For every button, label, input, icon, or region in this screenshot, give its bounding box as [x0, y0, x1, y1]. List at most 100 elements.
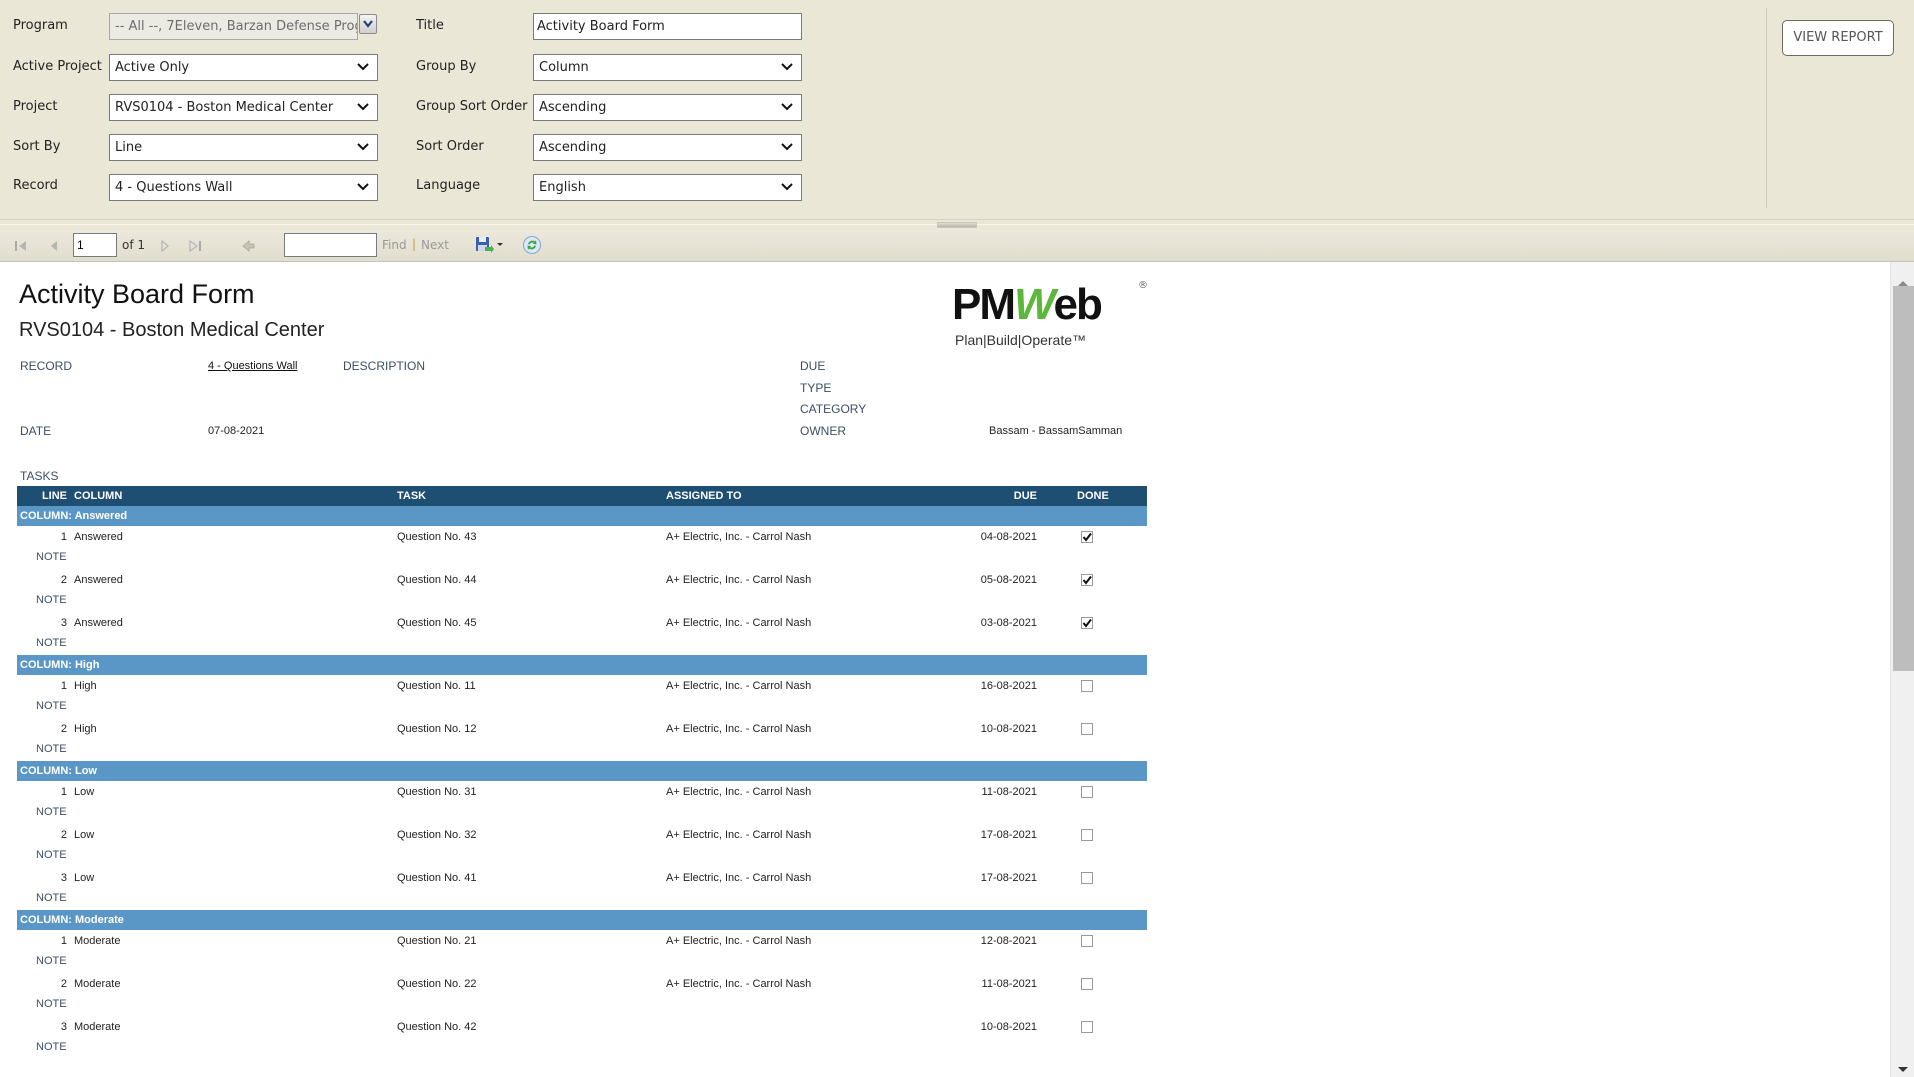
find-next-link[interactable]: Next — [421, 238, 449, 252]
back-to-parent-icon[interactable] — [240, 238, 256, 254]
view-report-button[interactable]: VIEW REPORT — [1782, 20, 1894, 56]
cell-assigned-to: A+ Electric, Inc. - Carrol Nash — [666, 935, 812, 947]
note-label: NOTE — [36, 551, 67, 563]
scroll-down-arrow-icon[interactable] — [1897, 1059, 1909, 1072]
cell-line: 3 — [60, 1021, 67, 1033]
note-label: NOTE — [36, 892, 67, 904]
previous-page-icon[interactable] — [46, 238, 62, 254]
table-row: 1 Moderate Question No. 21 A+ Electric, Inc… — [17, 930, 1147, 951]
cell-due: 03-08-2021 — [980, 617, 1037, 629]
note-label: NOTE — [36, 637, 67, 649]
active-project-select[interactable]: Active Only — [109, 54, 378, 81]
cell-line: 1 — [60, 531, 67, 543]
group-by-select[interactable]: Column — [533, 54, 802, 81]
cell-due: 05-08-2021 — [980, 574, 1037, 586]
cell-assigned-to: A+ Electric, Inc. - Carrol Nash — [666, 978, 812, 990]
project-value: RVS0104 - Boston Medical Center — [115, 100, 334, 115]
note-label: NOTE — [36, 998, 67, 1010]
note-row: NOTE — [17, 845, 1147, 867]
page-number-input[interactable] — [73, 233, 117, 257]
sort-order-select[interactable]: Ascending — [533, 134, 802, 161]
sort-by-select[interactable]: Line — [109, 134, 378, 161]
chevron-down-icon — [357, 62, 369, 74]
note-row: NOTE — [17, 633, 1147, 655]
sort-by-label: Sort By — [13, 139, 61, 154]
group-label: COLUMN: High — [20, 659, 100, 671]
note-label: NOTE — [36, 700, 67, 712]
table-body: COLUMN: Answered 1 Answered Question No. 43… — [17, 506, 1147, 1059]
group-by-value: Column — [539, 60, 589, 75]
project-select[interactable]: RVS0104 - Boston Medical Center — [109, 94, 378, 121]
cell-task: Question No. 42 — [397, 1021, 477, 1033]
group-band: COLUMN: Answered — [17, 506, 1147, 526]
scroll-up-arrow-icon[interactable] — [1897, 272, 1909, 286]
chevron-down-icon — [357, 142, 369, 154]
cell-assigned-to: A+ Electric, Inc. - Carrol Nash — [666, 574, 812, 586]
cell-due: 04-08-2021 — [980, 531, 1037, 543]
cell-assigned-to: A+ Electric, Inc. - Carrol Nash — [666, 872, 812, 884]
record-value: 4 - Questions Wall — [115, 180, 233, 195]
report-viewport: Activity Board Form RVS0104 - Boston Med… — [0, 262, 1890, 1077]
cell-column: Low — [74, 829, 95, 841]
note-label: NOTE — [36, 743, 67, 755]
title-value: Activity Board Form — [537, 19, 665, 34]
cell-due: 17-08-2021 — [980, 829, 1037, 841]
cell-line: 3 — [60, 872, 67, 884]
date-value: 07-08-2021 — [208, 425, 265, 437]
vertical-scrollbar[interactable] — [1890, 262, 1914, 1077]
category-field-label: CATEGORY — [800, 402, 867, 416]
group-sort-order-label: Group Sort Order — [416, 99, 528, 114]
pmweb-logo: PMWeb ® Plan|Build|Operate™ — [952, 280, 1148, 352]
cell-column: Answered — [74, 617, 123, 629]
panel-divider — [1766, 8, 1767, 208]
program-multiselect[interactable]: -- All --, 7Eleven, Barzan Defense Progr… — [109, 13, 358, 40]
parameter-panel: Program -- All --, 7Eleven, Barzan Defen… — [0, 0, 1914, 219]
note-row: NOTE — [17, 590, 1147, 612]
group-band: COLUMN: Low — [17, 761, 1147, 781]
cell-line: 3 — [60, 617, 67, 629]
record-link[interactable]: 4 - Questions Wall — [208, 360, 297, 372]
cell-column: Moderate — [74, 935, 121, 947]
find-link[interactable]: Find — [382, 238, 407, 252]
cell-line: 1 — [60, 680, 67, 692]
chevron-down-icon — [781, 62, 793, 74]
program-label: Program — [13, 18, 68, 33]
chevron-down-icon — [357, 102, 369, 114]
language-value: English — [539, 180, 586, 195]
record-select[interactable]: 4 - Questions Wall — [109, 174, 378, 201]
type-field-label: TYPE — [800, 381, 832, 395]
last-page-icon[interactable] — [187, 238, 203, 254]
program-dropdown-button[interactable] — [359, 14, 377, 34]
table-header: LINE COLUMN TASK ASSIGNED TO DUE DONE — [17, 486, 1147, 506]
first-page-icon[interactable] — [13, 238, 29, 254]
cell-due: 16-08-2021 — [980, 680, 1037, 692]
logo-wordmark: PMWeb — [952, 280, 1103, 329]
chevron-down-icon — [363, 20, 373, 28]
cell-column: Low — [74, 786, 95, 798]
cell-task: Question No. 11 — [397, 680, 476, 692]
collapse-parameters-handle[interactable] — [937, 222, 977, 228]
table-row: 1 High Question No. 11 A+ Electric, Inc. - … — [17, 675, 1147, 696]
owner-field-label: OWNER — [800, 424, 846, 438]
refresh-icon[interactable] — [522, 235, 542, 255]
done-checkbox-checked — [1081, 617, 1093, 629]
table-row: 2 High Question No. 12 A+ Electric, Inc. - … — [17, 718, 1147, 739]
cell-line: 2 — [60, 978, 67, 990]
find-text-input[interactable] — [284, 233, 377, 257]
table-row: 2 Moderate Question No. 22 A+ Electric, Inc… — [17, 973, 1147, 994]
cell-column: Low — [74, 872, 95, 884]
sort-order-label: Sort Order — [416, 139, 484, 154]
group-sort-order-select[interactable]: Ascending — [533, 94, 802, 121]
group-by-label: Group By — [416, 59, 477, 74]
export-button[interactable] — [475, 235, 505, 255]
language-label: Language — [416, 178, 481, 193]
note-label: NOTE — [36, 594, 67, 606]
project-label: Project — [13, 99, 58, 114]
next-page-icon[interactable] — [157, 238, 173, 254]
title-input[interactable]: Activity Board Form — [533, 13, 802, 40]
due-field-label: DUE — [800, 359, 826, 373]
language-select[interactable]: English — [533, 174, 802, 201]
find-separator: | — [412, 237, 417, 251]
cell-column: Moderate — [74, 978, 121, 990]
scrollbar-thumb[interactable] — [1893, 286, 1914, 671]
